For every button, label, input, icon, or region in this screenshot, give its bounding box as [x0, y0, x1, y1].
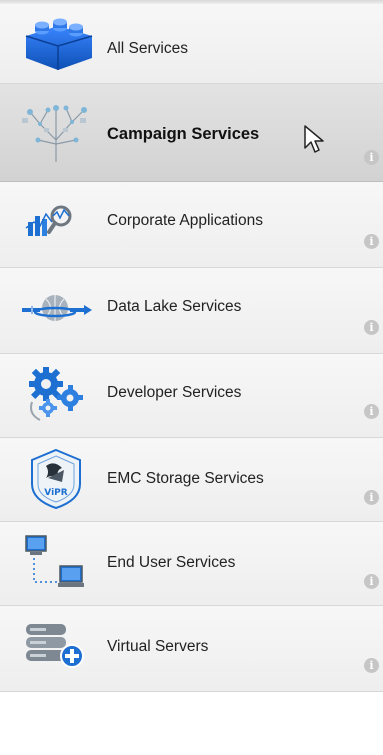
analytics-magnifier-icon	[25, 205, 72, 236]
server-add-icon	[26, 624, 84, 668]
gears-icon	[29, 367, 83, 421]
service-label: Developer Services	[107, 384, 242, 401]
service-item-data-lake-services[interactable]: Data Lake Services i	[0, 268, 383, 354]
service-item-campaign-services[interactable]: Campaign Services i	[0, 84, 383, 182]
service-item-end-user-services[interactable]: End User Services i	[0, 522, 383, 606]
vipr-shield-icon: ViPR	[31, 448, 81, 510]
service-label: EMC Storage Services	[107, 470, 264, 487]
info-icon[interactable]: i	[364, 404, 379, 419]
service-label: Data Lake Services	[107, 298, 242, 315]
info-icon[interactable]: i	[364, 574, 379, 589]
service-label: Virtual Servers	[107, 638, 209, 655]
network-tree-icon	[22, 105, 87, 162]
service-label: All Services	[107, 40, 188, 57]
globe-data-flow-icon	[22, 295, 92, 321]
info-icon[interactable]: i	[364, 234, 379, 249]
service-item-developer-services[interactable]: Developer Services i	[0, 354, 383, 438]
info-icon[interactable]: i	[364, 658, 379, 673]
info-icon[interactable]: i	[364, 150, 379, 165]
service-item-corporate-applications[interactable]: Corporate Applications i	[0, 182, 383, 268]
service-label: Corporate Applications	[107, 212, 263, 229]
info-icon[interactable]: i	[364, 490, 379, 505]
info-icon[interactable]: i	[364, 320, 379, 335]
service-item-virtual-servers[interactable]: Virtual Servers i	[0, 606, 383, 692]
mouse-cursor-icon	[304, 125, 324, 153]
service-label: Campaign Services	[107, 125, 260, 143]
service-item-emc-storage-services[interactable]: ViPR EMC Storage Services i	[0, 438, 383, 522]
services-panel: All Services Campaign Services i Corpora…	[0, 0, 383, 755]
svg-text:ViPR: ViPR	[44, 488, 67, 498]
lego-block-icon	[25, 18, 93, 70]
service-label: End User Services	[107, 554, 236, 571]
connected-computers-icon	[25, 535, 84, 587]
service-item-all-services[interactable]: All Services	[0, 4, 383, 84]
